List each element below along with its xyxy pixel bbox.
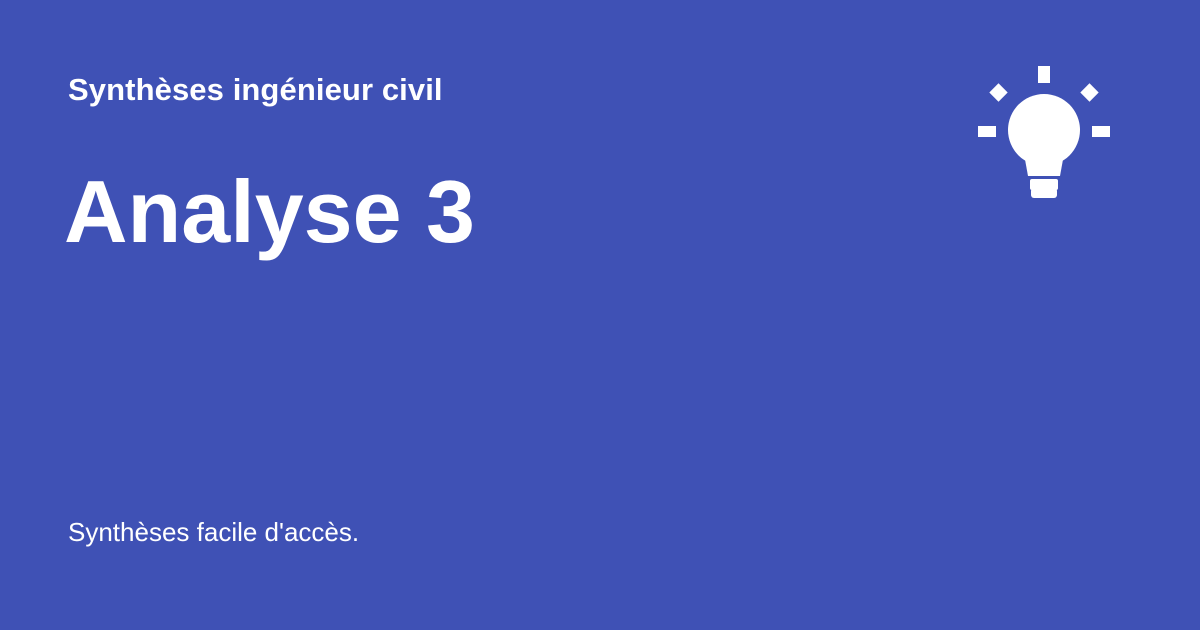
page-title: Analyse 3: [64, 162, 475, 261]
tagline: Synthèses facile d'accès.: [68, 517, 360, 547]
site-name: Synthèses ingénieur civil: [68, 72, 443, 107]
social-card: Synthèses ingénieur civil Analyse 3 Synt…: [0, 0, 1200, 630]
lightbulb-icon: [972, 62, 1116, 206]
